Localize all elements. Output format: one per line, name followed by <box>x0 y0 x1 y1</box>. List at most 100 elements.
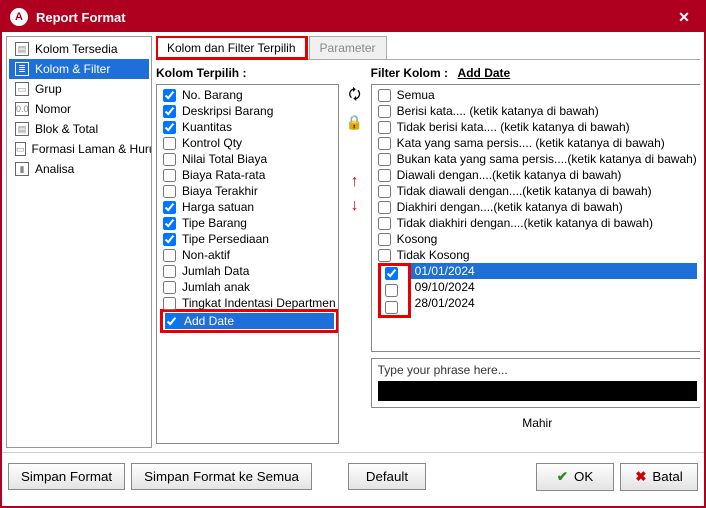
sidebar-item-formasi[interactable]: ▭ Formasi Laman & Huruf <box>9 139 149 159</box>
button-label: OK <box>574 469 593 484</box>
default-button[interactable]: Default <box>348 463 426 490</box>
kolom-checkbox[interactable] <box>163 297 176 310</box>
titlebar: A Report Format ✕ <box>2 2 704 32</box>
filter-checkbox[interactable] <box>378 89 391 102</box>
kolom-item[interactable]: Kontrol Qty <box>163 135 336 151</box>
filter-column-link[interactable]: Add Date <box>458 66 511 80</box>
sidebar-item-nomor[interactable]: 0.0 Nomor <box>9 99 149 119</box>
kolom-item[interactable]: Deskripsi Barang <box>163 103 336 119</box>
kolom-item[interactable]: Biaya Rata-rata <box>163 167 336 183</box>
filter-item[interactable]: Berisi kata.... (ketik katanya di bawah) <box>378 103 697 119</box>
filter-item[interactable]: Kosong <box>378 231 697 247</box>
filter-item[interactable]: Diawali dengan....(ketik katanya di bawa… <box>378 167 697 183</box>
cancel-button[interactable]: ✖ Batal <box>620 463 698 491</box>
sidebar-item-kolom-filter[interactable]: ≣ Kolom & Filter <box>9 59 149 79</box>
filter-item[interactable]: Kata yang sama persis.... (ketik katanya… <box>378 135 697 151</box>
kolom-checkbox[interactable] <box>163 233 176 246</box>
kolom-checkbox[interactable] <box>165 315 178 328</box>
kolom-item[interactable]: Nilai Total Biaya <box>163 151 336 167</box>
filter-checkbox[interactable] <box>378 217 391 230</box>
filter-checkbox[interactable] <box>385 301 398 314</box>
kolom-checkbox[interactable] <box>163 89 176 102</box>
block-icon: ▤ <box>15 122 29 136</box>
phrase-box: Type your phrase here... <box>371 358 700 408</box>
filter-list[interactable]: SemuaBerisi kata.... (ketik katanya di b… <box>371 84 700 352</box>
sidebar-item-grup[interactable]: ▭ Grup <box>9 79 149 99</box>
kolom-checkbox[interactable] <box>163 265 176 278</box>
kolom-checkbox[interactable] <box>163 105 176 118</box>
kolom-item[interactable]: Tipe Barang <box>163 215 336 231</box>
filter-checkbox[interactable] <box>378 121 391 134</box>
lock-icon[interactable]: 🔒 <box>345 114 365 131</box>
chart-icon: ▮ <box>15 162 29 176</box>
kolom-checkbox[interactable] <box>163 153 176 166</box>
filter-item[interactable]: Tidak berisi kata.... (ketik katanya di … <box>378 119 697 135</box>
filter-checkbox[interactable] <box>378 185 391 198</box>
filter-item[interactable]: Bukan kata yang sama persis....(ketik ka… <box>378 151 697 167</box>
phrase-input[interactable] <box>378 381 697 401</box>
filter-label: Diawali dengan....(ketik katanya di bawa… <box>397 168 622 182</box>
filter-item[interactable]: 09/10/2024 <box>411 279 697 295</box>
filter-label: Berisi kata.... (ketik katanya di bawah) <box>397 104 599 118</box>
kolom-label: Biaya Terakhir <box>182 184 258 198</box>
move-down-button[interactable]: ↓ <box>345 197 365 215</box>
kolom-checkbox[interactable] <box>163 281 176 294</box>
kolom-terpilih-list[interactable]: No. BarangDeskripsi BarangKuantitasKontr… <box>156 84 339 444</box>
kolom-checkbox[interactable] <box>163 137 176 150</box>
filter-checkbox[interactable] <box>378 249 391 262</box>
ok-button[interactable]: ✔ OK <box>536 463 614 491</box>
content: ▤ Kolom Tersedia ≣ Kolom & Filter ▭ Grup… <box>2 32 704 452</box>
kolom-item[interactable]: Add Date <box>165 313 334 329</box>
kolom-checkbox[interactable] <box>163 169 176 182</box>
filter-title-text: Filter Kolom : <box>371 66 448 80</box>
sidebar-item-label: Kolom & Filter <box>35 62 110 76</box>
sidebar-item-blok-total[interactable]: ▤ Blok & Total <box>9 119 149 139</box>
filter-checkbox[interactable] <box>378 137 391 150</box>
sidebar-item-analisa[interactable]: ▮ Analisa <box>9 159 149 179</box>
filter-label: 09/10/2024 <box>415 280 475 294</box>
filter-label: Tidak berisi kata.... (ketik katanya di … <box>397 120 630 134</box>
kolom-item[interactable]: No. Barang <box>163 87 336 103</box>
filter-item[interactable]: Tidak diawali dengan....(ketik katanya d… <box>378 183 697 199</box>
kolom-item[interactable]: Tingkat Indentasi Departmen <box>163 295 336 311</box>
refresh-icon[interactable]: 🗘 <box>345 84 365 108</box>
kolom-label: Deskripsi Barang <box>182 104 273 118</box>
kolom-item[interactable]: Tipe Persediaan <box>163 231 336 247</box>
filter-item[interactable]: Diakhiri dengan....(ketik katanya di baw… <box>378 199 697 215</box>
save-format-button[interactable]: Simpan Format <box>8 463 125 490</box>
filter-checkbox[interactable] <box>378 233 391 246</box>
kolom-checkbox[interactable] <box>163 201 176 214</box>
filter-label: Diakhiri dengan....(ketik katanya di baw… <box>397 200 623 214</box>
kolom-item[interactable]: Kuantitas <box>163 119 336 135</box>
kolom-checkbox[interactable] <box>163 185 176 198</box>
kolom-item[interactable]: Non-aktif <box>163 247 336 263</box>
kolom-checkbox[interactable] <box>163 121 176 134</box>
tab-kolom-filter-terpilih[interactable]: Kolom dan Filter Terpilih <box>156 36 307 59</box>
filter-item[interactable]: Semua <box>378 87 697 103</box>
filter-checkbox[interactable] <box>385 267 398 280</box>
filter-item[interactable]: Tidak diakhiri dengan....(ketik katanya … <box>378 215 697 231</box>
kolom-checkbox[interactable] <box>163 217 176 230</box>
save-format-all-button[interactable]: Simpan Format ke Semua <box>131 463 312 490</box>
filter-item[interactable]: 01/01/2024 <box>411 263 697 279</box>
kolom-checkbox[interactable] <box>163 249 176 262</box>
filter-checkbox[interactable] <box>378 201 391 214</box>
panels: Kolom Terpilih : No. BarangDeskripsi Bar… <box>156 62 700 448</box>
filter-checkbox[interactable] <box>378 105 391 118</box>
kolom-item[interactable]: Jumlah Data <box>163 263 336 279</box>
filter-checkbox[interactable] <box>378 169 391 182</box>
kolom-item[interactable]: Harga satuan <box>163 199 336 215</box>
filter-item[interactable]: Tidak Kosong <box>378 247 697 263</box>
move-up-button[interactable]: ↑ <box>345 173 365 191</box>
filter-icon: ≣ <box>15 62 29 76</box>
tab-parameter[interactable]: Parameter <box>309 36 387 59</box>
filter-checkbox[interactable] <box>378 153 391 166</box>
date-filter-checkbox-group <box>378 263 411 318</box>
sidebar-item-kolom-tersedia[interactable]: ▤ Kolom Tersedia <box>9 39 149 59</box>
kolom-item[interactable]: Biaya Terakhir <box>163 183 336 199</box>
filter-kolom-title: Filter Kolom : Add Date <box>371 66 700 80</box>
filter-item[interactable]: 28/01/2024 <box>411 295 697 311</box>
filter-checkbox[interactable] <box>385 284 398 297</box>
kolom-item[interactable]: Jumlah anak <box>163 279 336 295</box>
close-icon[interactable]: ✕ <box>672 5 696 29</box>
